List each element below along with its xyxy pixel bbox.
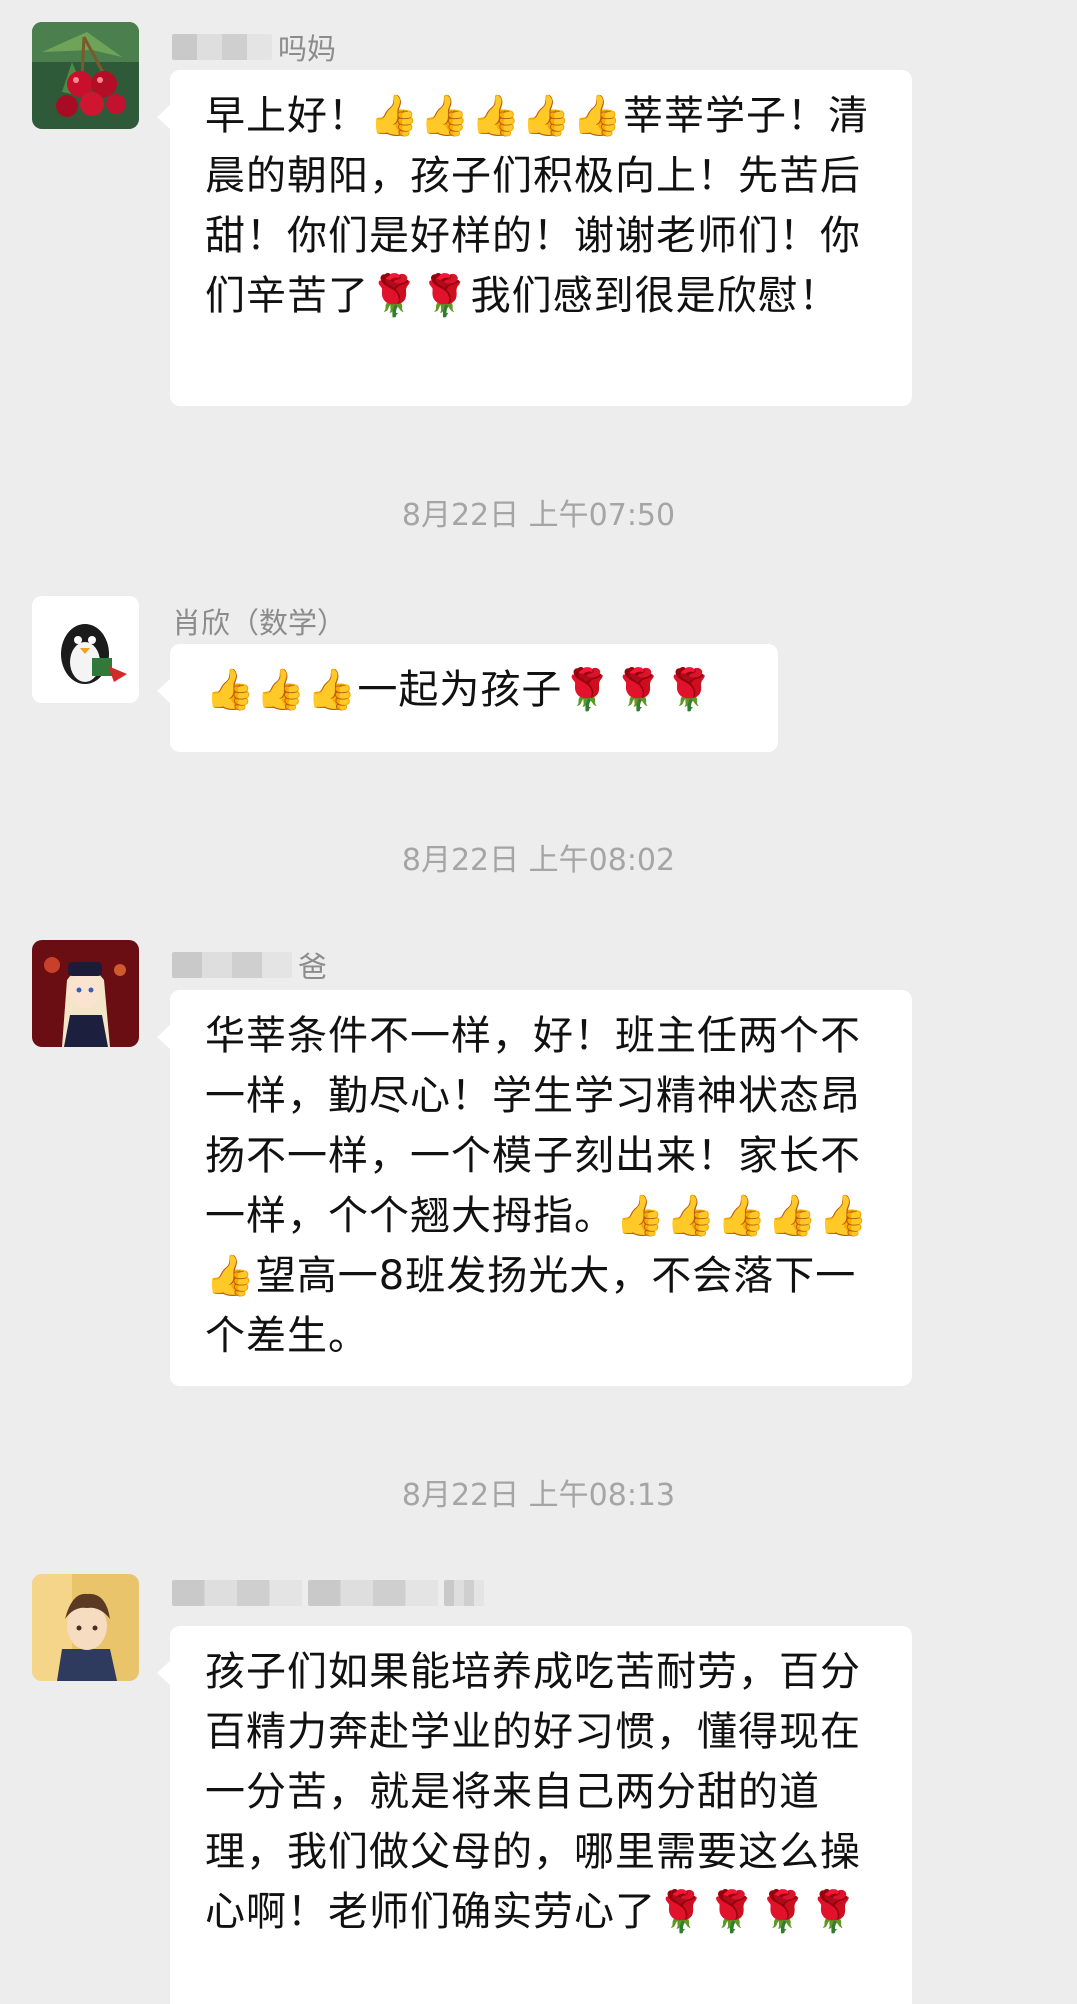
blurred-name <box>444 1580 484 1606</box>
sender-name <box>172 1580 484 1606</box>
message-bubble[interactable]: 孩子们如果能培养成吃苦耐劳，百分百精力奔赴学业的好习惯，懂得现在一分苦，就是将来… <box>157 1626 912 2004</box>
avatar-penguin[interactable] <box>32 596 139 703</box>
message-text: 华莘条件不一样，好！班主任两个不一样，勤尽心！学生学习精神状态昂扬不一样，一个模… <box>205 1013 870 1359</box>
message-bubble[interactable]: 华莘条件不一样，好！班主任两个不一样，勤尽心！学生学习精神状态昂扬不一样，一个模… <box>157 990 912 1386</box>
timestamp: 8月22日 上午07:50 <box>401 498 676 533</box>
message-bubble[interactable]: 👍👍👍一起为孩子🌹🌹🌹 <box>157 644 778 752</box>
sender-name: 肖欣（数学） <box>172 606 347 640</box>
timestamp: 8月22日 上午08:13 <box>401 1478 676 1513</box>
message-bubble[interactable]: 早上好！👍👍👍👍👍莘莘学子！清晨的朝阳，孩子们积极向上！先苦后甜！你们是好样的！… <box>157 70 912 406</box>
message-text: 👍👍👍一起为孩子🌹🌹🌹 <box>205 667 715 713</box>
message-text: 孩子们如果能培养成吃苦耐劳，百分百精力奔赴学业的好习惯，懂得现在一分苦，就是将来… <box>205 1649 861 1935</box>
avatar-anime-boy[interactable] <box>32 1574 139 1681</box>
timestamp: 8月22日 上午08:02 <box>401 843 676 878</box>
blurred-name <box>172 34 272 60</box>
sender-name: 吗妈 <box>172 26 336 68</box>
avatar-anime-girl[interactable] <box>32 940 139 1047</box>
avatar-cherry[interactable] <box>32 22 139 129</box>
blurred-name <box>172 1580 302 1606</box>
message-text: 早上好！👍👍👍👍👍莘莘学子！清晨的朝阳，孩子们积极向上！先苦后甜！你们是好样的！… <box>205 93 870 319</box>
blurred-name <box>172 952 292 978</box>
blurred-name <box>308 1580 438 1606</box>
sender-name: 爸 <box>172 944 327 986</box>
